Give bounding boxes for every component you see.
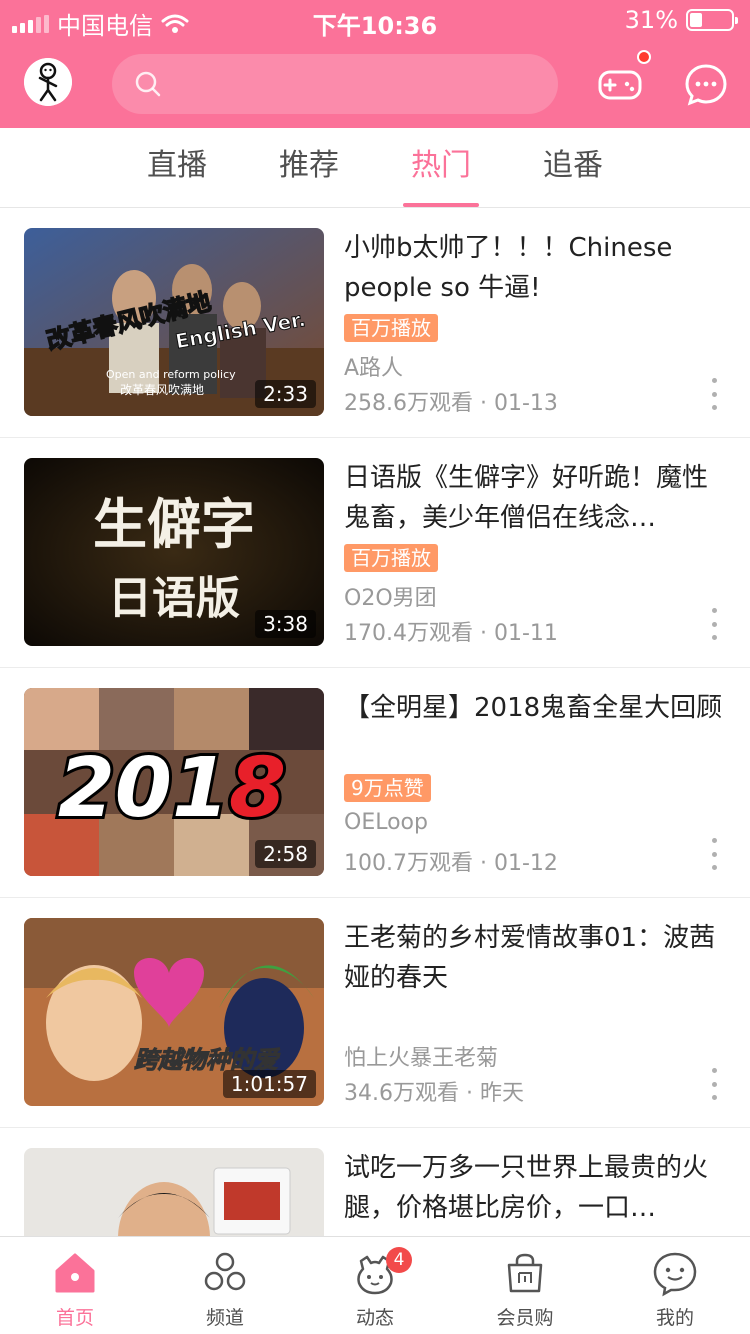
tab-bangumi[interactable]: 追番 xyxy=(507,128,639,207)
tab-home[interactable]: 首页 xyxy=(0,1237,150,1334)
thumb-caption: 201 xyxy=(58,741,229,836)
video-stats: 258.6万观看 · 01-13 xyxy=(344,391,558,416)
tab-channel-label: 频道 xyxy=(205,1307,244,1329)
video-card[interactable]: 跨越物种的爱 1:01:57 王老菊的乡村爱情故事01：波茜娅的春天 怕上火暴王… xyxy=(0,898,750,1128)
tab-profile-label: 我的 xyxy=(655,1307,694,1329)
video-badge: 百万播放 xyxy=(344,544,438,572)
more-options-icon[interactable] xyxy=(706,608,722,640)
video-title[interactable]: 小帅b太帅了！！！Chinese people so 牛逼! xyxy=(344,228,724,308)
video-card[interactable]: 改革春风吹满地 English Ver. Open and reform pol… xyxy=(0,208,750,438)
user-avatar[interactable] xyxy=(24,58,72,106)
stickman-avatar-icon xyxy=(24,58,72,106)
tab-hot[interactable]: 热门 xyxy=(375,128,507,207)
dynamic-count-badge: 4 xyxy=(386,1247,412,1273)
video-card[interactable]: 2018 2018 2:58 【全明星】2018鬼畜全星大回顾 9万点赞 OEL… xyxy=(0,668,750,898)
thumb-caption: 8 xyxy=(229,741,286,836)
tab-home-label: 首页 xyxy=(55,1307,94,1329)
video-title[interactable]: 【全明星】2018鬼畜全星大回顾 xyxy=(344,688,724,768)
app-header: 中国电信 下午10:36 31% xyxy=(0,0,750,128)
status-bar: 中国电信 下午10:36 31% xyxy=(0,0,750,40)
chat-bubble-icon xyxy=(685,64,727,106)
video-badge: 9万点赞 xyxy=(344,774,431,802)
thumb-caption: 生僻字 xyxy=(93,492,255,556)
video-title[interactable]: 试吃一万多一只世界上最贵的火腿，价格堪比房价，一口… xyxy=(344,1148,724,1228)
video-duration: 2:33 xyxy=(255,380,316,408)
video-thumbnail[interactable]: 2018 2018 2:58 xyxy=(24,688,324,876)
battery-percent: 31% xyxy=(624,6,678,34)
tab-profile[interactable]: 我的 xyxy=(600,1237,750,1334)
search-icon xyxy=(135,71,161,97)
game-center-dot xyxy=(637,50,651,64)
tab-live[interactable]: 直播 xyxy=(111,128,243,207)
video-thumbnail[interactable]: 跨越物种的爱 1:01:57 xyxy=(24,918,324,1106)
video-badge: 百万播放 xyxy=(344,314,438,342)
video-stats: 170.4万观看 · 01-11 xyxy=(344,621,558,646)
message-button[interactable] xyxy=(682,60,730,108)
video-list: 改革春风吹满地 English Ver. Open and reform pol… xyxy=(0,208,750,1236)
video-duration: 1:01:57 xyxy=(222,1070,316,1098)
video-uploader[interactable]: O2O男团 xyxy=(344,580,437,612)
thumb-caption: 改革春风吹满地 xyxy=(120,383,204,397)
video-uploader[interactable]: OELoop xyxy=(344,810,428,835)
battery-icon xyxy=(686,9,738,31)
more-options-icon[interactable] xyxy=(706,378,722,410)
video-title[interactable]: 日语版《生僻字》好听跪！魔性鬼畜，美少年僧侣在线念… xyxy=(344,458,724,538)
video-stats: 100.7万观看 · 01-12 xyxy=(344,851,558,876)
thumb-caption: Open and reform policy xyxy=(106,368,236,381)
thumb-caption: 日语版 xyxy=(108,573,240,624)
video-duration: 3:38 xyxy=(255,610,316,638)
game-center-button[interactable] xyxy=(596,60,644,108)
video-uploader[interactable]: 怕上火暴王老菊 xyxy=(344,1040,498,1072)
video-uploader[interactable]: A路人 xyxy=(344,350,403,382)
tab-shop[interactable]: 会员购 xyxy=(450,1237,600,1334)
video-thumbnail[interactable]: 改革春风吹满地 English Ver. Open and reform pol… xyxy=(24,228,324,416)
profile-icon xyxy=(653,1252,697,1297)
video-card[interactable]: 生僻字 日语版 3:38 日语版《生僻字》好听跪！魔性鬼畜，美少年僧侣在线念… … xyxy=(0,438,750,668)
tab-channel[interactable]: 频道 xyxy=(150,1237,300,1334)
tab-dynamic-label: 动态 xyxy=(355,1307,394,1329)
video-card[interactable]: 试吃一万多一只世界上最贵的火腿，价格堪比房价，一口… xyxy=(0,1128,750,1236)
more-options-icon[interactable] xyxy=(706,838,722,870)
svg-text:2018: 2018 xyxy=(58,741,286,836)
video-thumbnail[interactable] xyxy=(24,1148,324,1236)
search-bar[interactable] xyxy=(112,54,558,114)
category-tabs: 直播 推荐 热门 追番 xyxy=(0,128,750,208)
top-navbar xyxy=(0,40,750,128)
shop-bag-icon xyxy=(507,1253,543,1293)
video-title[interactable]: 王老菊的乡村爱情故事01：波茜娅的春天 xyxy=(344,918,724,998)
home-icon xyxy=(55,1253,95,1293)
video-thumbnail[interactable]: 生僻字 日语版 3:38 xyxy=(24,458,324,646)
search-input[interactable] xyxy=(174,54,544,114)
tab-dynamic[interactable]: 4 动态 xyxy=(300,1237,450,1334)
video-stats: 34.6万观看 · 昨天 xyxy=(344,1081,524,1106)
gamepad-icon xyxy=(598,70,642,100)
bottom-tab-bar: 首页 频道 4 动态 会员购 我的 xyxy=(0,1236,750,1334)
more-options-icon[interactable] xyxy=(706,1068,722,1100)
channel-icon xyxy=(204,1252,246,1291)
video-duration: 2:58 xyxy=(255,840,316,868)
tab-shop-label: 会员购 xyxy=(496,1307,554,1329)
tab-recommend[interactable]: 推荐 xyxy=(243,128,375,207)
